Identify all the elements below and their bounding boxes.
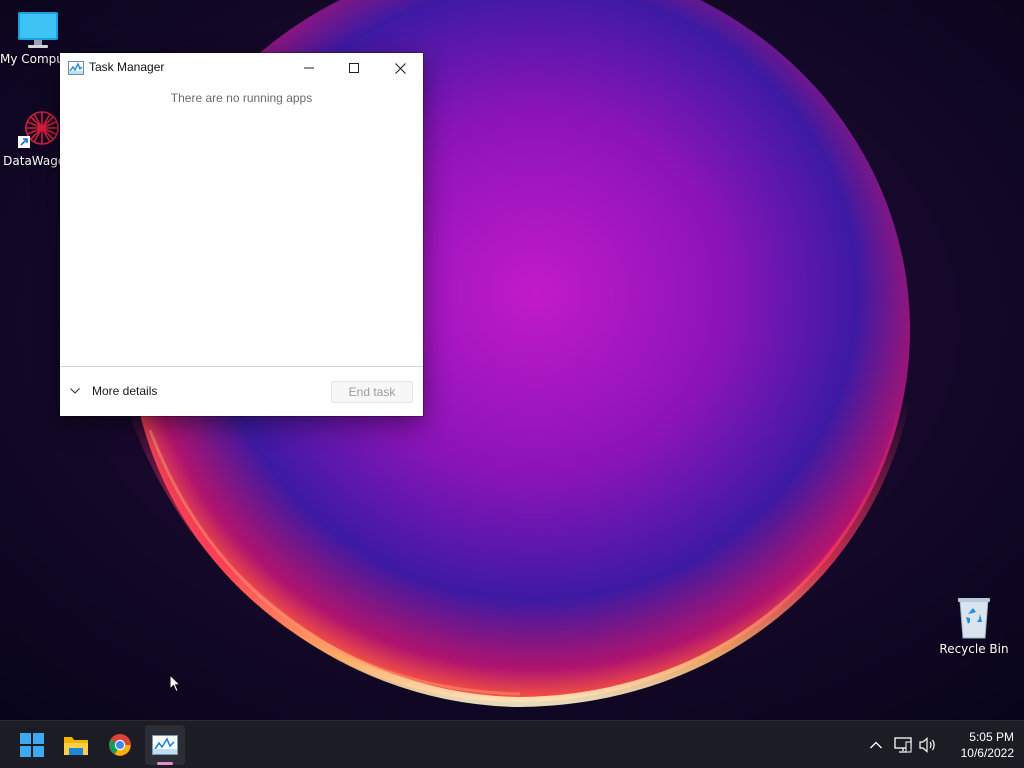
empty-state-message: There are no running apps — [170, 91, 313, 105]
datawagon-icon — [18, 111, 59, 148]
taskbar: 5:05 PM 10/6/2022 — [0, 720, 1024, 768]
desktop-icon-recycle-bin[interactable]: Recycle Bin — [936, 596, 1012, 656]
minimize-button[interactable] — [286, 53, 332, 83]
app-list-area: There are no running apps — [60, 83, 423, 366]
network-button[interactable] — [893, 735, 913, 755]
network-icon — [894, 737, 912, 753]
maximize-button[interactable] — [331, 53, 377, 83]
mouse-cursor-icon — [169, 674, 181, 693]
clock-date: 10/6/2022 — [960, 746, 1014, 760]
close-icon — [394, 62, 406, 74]
show-hidden-icons-button[interactable] — [866, 735, 886, 755]
taskbar-chrome[interactable] — [100, 725, 140, 765]
end-task-button[interactable]: End task — [331, 381, 413, 403]
folder-icon — [64, 737, 88, 755]
volume-button[interactable] — [918, 735, 938, 755]
minimize-icon — [304, 67, 314, 69]
more-details-toggle[interactable]: More details — [70, 381, 157, 401]
chevron-down-icon — [70, 388, 80, 394]
monitor-icon — [18, 12, 58, 48]
window-title: Task Manager — [89, 60, 165, 74]
task-manager-icon — [152, 735, 178, 755]
clock[interactable]: 5:05 PM 10/6/2022 — [940, 729, 1014, 761]
desktop-icon-label: Recycle Bin — [939, 642, 1009, 656]
close-button[interactable] — [377, 53, 423, 83]
volume-icon — [919, 737, 935, 753]
window-footer: More details End task — [60, 367, 423, 416]
taskbar-task-manager[interactable] — [145, 725, 185, 765]
start-button[interactable] — [12, 725, 52, 765]
maximize-icon — [349, 63, 359, 73]
task-manager-icon — [68, 61, 84, 75]
desktop: My Computer DataWagon Recycle Bin Task M… — [0, 0, 1024, 720]
windows-start-icon — [20, 733, 44, 757]
active-app-indicator — [157, 762, 173, 765]
chevron-up-icon — [870, 741, 882, 749]
title-bar[interactable]: Task Manager — [60, 53, 423, 83]
more-details-label: More details — [92, 384, 158, 398]
clock-time: 5:05 PM — [969, 730, 1014, 744]
task-manager-window[interactable]: Task Manager There are no running apps M… — [60, 53, 423, 416]
chrome-icon — [109, 734, 131, 756]
recycle-bin-icon — [958, 598, 990, 639]
taskbar-file-explorer[interactable] — [56, 725, 96, 765]
